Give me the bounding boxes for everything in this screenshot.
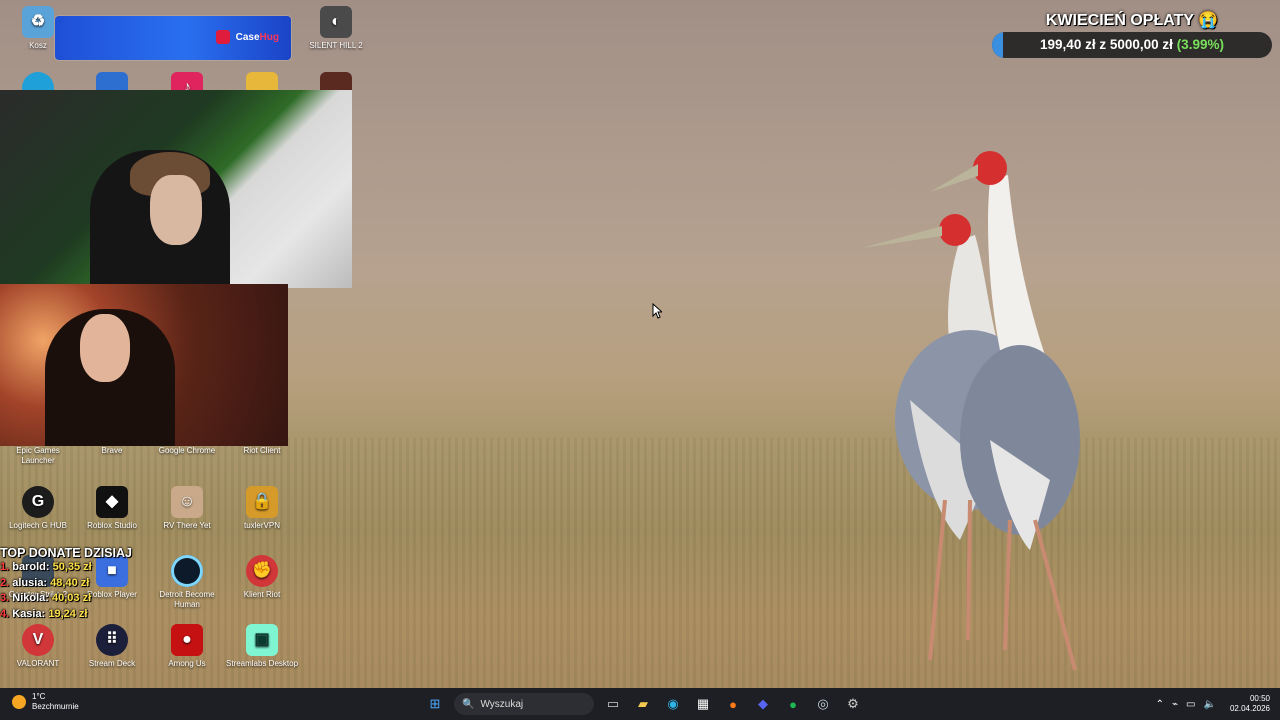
desktop-icon-riot-client[interactable]: Riot Client	[224, 446, 300, 456]
desktop-icon-rv-there-yet[interactable]: ☺ RV There Yet	[149, 486, 225, 531]
settings-icon[interactable]: ⚙	[842, 693, 864, 715]
recycle-bin-icon: ♻	[22, 6, 54, 38]
windows-start-icon[interactable]: ⊞	[424, 693, 446, 715]
donation-goal-widget: KWIECIEŃ OPŁATY 😭 199,40 zł z 5000,00 zł…	[992, 10, 1272, 58]
riot-icon: ✊	[246, 555, 278, 587]
stream-deck-icon: ⠿	[96, 624, 128, 656]
goal-progress-bar: 199,40 zł z 5000,00 zł (3.99%)	[992, 32, 1272, 58]
edge-icon[interactable]: ◉	[662, 693, 684, 715]
volume-icon[interactable]: 🔈	[1204, 699, 1216, 710]
detroit-icon	[171, 555, 203, 587]
desktop-icon-tuxler[interactable]: 🔒 tuxlerVPN	[224, 486, 300, 531]
search-icon: 🔍	[462, 698, 475, 710]
donate-row: 2. alusia: 48,40 zł	[0, 576, 90, 589]
webcam-streamer	[0, 90, 352, 288]
donate-row: 4. Kasia: 19,24 zł	[0, 607, 88, 620]
desktop-icon-chrome[interactable]: Google Chrome	[149, 446, 225, 456]
casehug-banner: CaseHug	[55, 16, 291, 60]
silent-hill-icon: ◐	[320, 6, 352, 38]
spotify-icon[interactable]: ●	[782, 693, 804, 715]
desktop-icon-klient-riot[interactable]: ✊ Klient Riot	[224, 555, 300, 600]
desktop-icon-logitech[interactable]: G Logitech G HUB	[0, 486, 76, 531]
desktop-icon-valorant[interactable]: V VALORANT	[0, 624, 76, 669]
goal-progress-fill	[992, 32, 1004, 58]
system-clock[interactable]: 00:50 02.04.2026	[1230, 694, 1270, 714]
top-donates-widget: TOP DONATE DZISIAJ 1. barold: 50,35 zł 2…	[0, 546, 150, 622]
webcam-guest	[0, 284, 288, 446]
taskbar-apps: ⊞ 🔍 Wyszukaj ▭ ▰ ◉ ▦ ● ◆ ● ◎ ⚙	[424, 688, 864, 720]
tuxler-icon: 🔒	[246, 486, 278, 518]
desktop-icon-streamlabs[interactable]: ▣ Streamlabs Desktop	[224, 624, 300, 669]
network-icon[interactable]: ⌁	[1172, 699, 1178, 710]
mouse-cursor-icon	[652, 303, 662, 319]
desktop-icon-roblox-studio[interactable]: ◆ Roblox Studio	[74, 486, 150, 531]
display-icon[interactable]: ▭	[1186, 699, 1195, 710]
weather-sun-icon	[12, 695, 26, 709]
store-icon[interactable]: ▦	[692, 693, 714, 715]
discord-icon[interactable]: ◆	[752, 693, 774, 715]
streamlabs-icon: ▣	[246, 624, 278, 656]
donate-row: 1. barold: 50,35 zł	[0, 561, 92, 573]
desktop-icon-stream-deck[interactable]: ⠿ Stream Deck	[74, 624, 150, 669]
taskbar-search[interactable]: 🔍 Wyszukaj	[454, 693, 594, 715]
desktop-icon-detroit[interactable]: Detroit Become Human	[149, 555, 225, 610]
system-tray: ⌃ ⌁ ▭ 🔈 00:50 02.04.2026	[1156, 688, 1270, 720]
file-explorer-icon[interactable]: ▰	[632, 693, 654, 715]
taskbar: 1°C Bezchmurnie ⊞ 🔍 Wyszukaj ▭ ▰ ◉ ▦ ● ◆…	[0, 688, 1280, 720]
casehug-mark-icon	[215, 30, 230, 44]
donate-row: 3. Nikola: 40,03 zł	[0, 592, 92, 604]
rv-there-yet-icon: ☺	[171, 486, 203, 518]
roblox-studio-icon: ◆	[96, 486, 128, 518]
casehug-logo: CaseHug	[215, 30, 279, 44]
task-view-icon[interactable]: ▭	[602, 693, 624, 715]
desktop-icon-brave[interactable]: Brave	[74, 446, 150, 456]
desktop-icon-among-us[interactable]: ● Among Us	[149, 624, 225, 669]
chevron-up-icon[interactable]: ⌃	[1156, 699, 1164, 710]
goal-title: KWIECIEŃ OPŁATY 😭	[1045, 12, 1219, 29]
weather-widget[interactable]: 1°C Bezchmurnie	[12, 692, 79, 712]
valorant-icon: V	[22, 624, 54, 656]
desktop-icon-epic[interactable]: Epic Games Launcher	[0, 446, 76, 466]
wallpaper-cranes	[862, 151, 1080, 671]
top-donates-title: TOP DONATE DZISIAJ	[0, 546, 132, 560]
among-us-icon: ●	[171, 624, 203, 656]
firefox-icon[interactable]: ●	[722, 693, 744, 715]
steam-icon[interactable]: ◎	[812, 693, 834, 715]
logitech-icon: G	[22, 486, 54, 518]
desktop-icon-silent-hill[interactable]: ◐ SILENT HILL 2	[298, 6, 374, 51]
